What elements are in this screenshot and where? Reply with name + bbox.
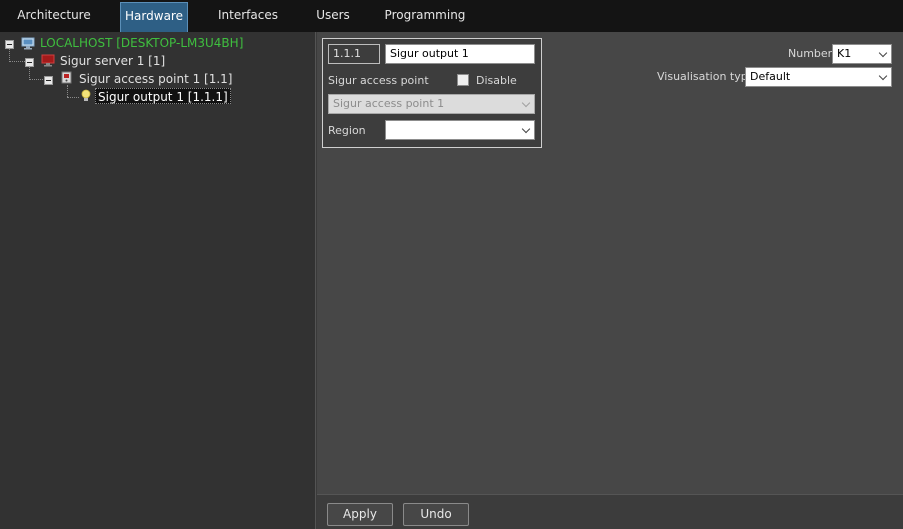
collapse-access-point-icon[interactable] <box>44 76 53 85</box>
computer-icon <box>21 37 35 50</box>
tree-connector <box>67 97 79 98</box>
tree-item-sigur-access-point[interactable]: Sigur access point 1 [1.1] <box>77 71 235 87</box>
tab-users[interactable]: Users <box>306 0 360 32</box>
tab-hardware[interactable]: Hardware <box>120 2 188 32</box>
visualisation-type-select[interactable]: Default <box>745 67 892 87</box>
access-point-select-value: Sigur access point 1 <box>333 97 445 110</box>
tree-item-sigur-output[interactable]: Sigur output 1 [1.1.1] <box>95 88 231 104</box>
disable-label: Disable <box>476 74 517 87</box>
number-select[interactable]: K1 <box>832 44 892 64</box>
tab-interfaces[interactable]: Interfaces <box>212 0 284 32</box>
visualisation-type-label: Visualisation type: <box>657 70 759 83</box>
chevron-down-icon[interactable] <box>878 71 888 81</box>
access-point-select: Sigur access point 1 <box>328 94 535 114</box>
access-point-icon <box>61 71 72 84</box>
apply-button[interactable]: Apply <box>327 503 393 526</box>
tab-architecture[interactable]: Architecture <box>10 0 98 32</box>
tree-item-sigur-server[interactable]: Sigur server 1 [1] <box>58 53 167 69</box>
collapse-server-icon[interactable] <box>25 58 34 67</box>
access-point-label: Sigur access point <box>328 74 429 87</box>
region-select[interactable] <box>385 120 535 140</box>
number-select-value: K1 <box>837 47 852 60</box>
server-icon <box>41 54 55 67</box>
chevron-down-icon[interactable] <box>878 48 888 58</box>
object-name-field[interactable]: Sigur output 1 <box>385 44 535 64</box>
lightbulb-icon <box>81 89 91 101</box>
hardware-tree-panel <box>0 32 316 529</box>
collapse-host-icon[interactable] <box>5 40 14 49</box>
chevron-down-icon <box>521 98 531 108</box>
number-label: Number: <box>788 47 836 60</box>
tree-item-localhost[interactable]: LOCALHOST [DESKTOP-LM3U4BH] <box>38 35 245 51</box>
tree-connector <box>67 85 68 97</box>
main-tab-bar: Architecture Hardware Interfaces Users P… <box>0 0 903 32</box>
undo-button[interactable]: Undo <box>403 503 469 526</box>
object-id-field[interactable]: 1.1.1 <box>328 44 380 64</box>
visualisation-type-select-value: Default <box>750 70 791 83</box>
disable-checkbox[interactable] <box>457 74 469 86</box>
region-label: Region <box>328 124 366 137</box>
tab-programming[interactable]: Programming <box>384 0 466 32</box>
chevron-down-icon[interactable] <box>521 124 531 134</box>
